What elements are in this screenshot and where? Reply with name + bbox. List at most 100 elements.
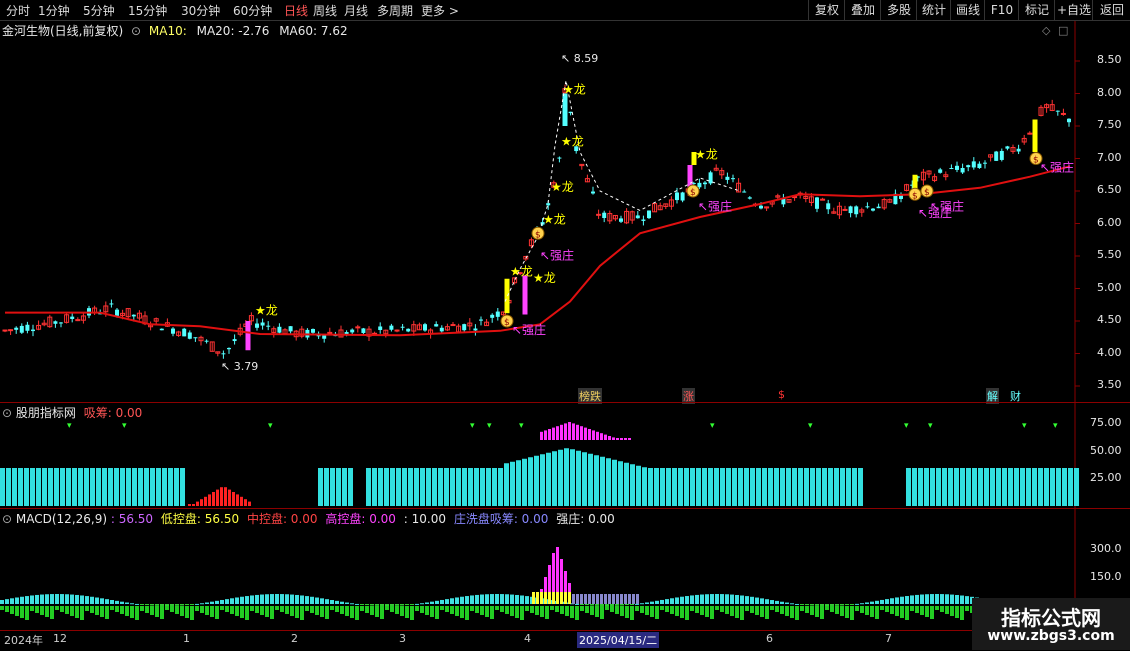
macd-bar <box>655 600 659 604</box>
pink-bar <box>596 431 599 440</box>
macd-bar <box>285 594 289 604</box>
macd-bar <box>330 600 334 604</box>
candle-body <box>703 182 707 185</box>
macd-bar <box>705 594 709 604</box>
macd-neg-bar <box>645 606 649 615</box>
candle-body <box>350 329 355 333</box>
candle-body <box>479 319 483 321</box>
macd-neg-bar <box>620 606 624 616</box>
macd-bar <box>320 598 324 604</box>
macd-bar <box>795 603 799 605</box>
macd-bar <box>770 600 774 604</box>
indicator-bar <box>972 468 977 506</box>
macd-neg-bar <box>60 606 64 612</box>
macd-bar <box>360 604 364 605</box>
indicator-bar <box>180 468 185 506</box>
macd-neg-bar <box>525 606 529 611</box>
macd-neg-bar <box>695 606 699 613</box>
macd-neg-bar <box>625 606 629 618</box>
indicator-bar <box>468 468 473 506</box>
settings-circle-icon[interactable]: ⊙ <box>2 512 12 526</box>
macd-bar <box>355 603 359 605</box>
indicator-bar <box>480 468 485 506</box>
kline-chart[interactable]: ★龙★龙 ★龙★龙★龙★龙★龙★龙↖强庄↖强庄↖强庄 ↖强庄↖强庄↖强庄$$$ $ $$… <box>0 0 1130 650</box>
macd-bar <box>910 595 914 604</box>
candlestick-series <box>2 84 1071 359</box>
macd-neg-bar <box>365 606 369 613</box>
macd-neg-bar <box>710 606 714 619</box>
xichou-bar <box>228 489 231 506</box>
macd-neg-bar <box>725 606 729 614</box>
macd-neg-bar <box>745 606 749 611</box>
indicator-bar <box>36 468 41 506</box>
macd-bar <box>135 603 139 605</box>
macd-bar <box>45 594 49 604</box>
candle-body <box>1055 110 1060 112</box>
candle-body <box>131 314 136 317</box>
marker-dollar[interactable]: $ <box>778 388 785 401</box>
candle-body <box>288 326 293 332</box>
indicator-bar <box>642 467 647 506</box>
qiangzhuang-marker: ↖强庄 <box>930 199 964 214</box>
macd-neg-bar <box>225 606 229 612</box>
macd-neg-bar <box>245 606 249 620</box>
macd-bar <box>430 601 434 604</box>
pink-bar <box>560 424 563 440</box>
macd-bar <box>635 603 639 605</box>
candle-body <box>742 191 747 193</box>
macd-legend: ⊙ MACD(12,26,9) : 56.50 低控盘: 56.50 中控盘: … <box>2 510 615 527</box>
pink-bar <box>624 438 627 440</box>
macd-neg-bar <box>370 606 374 615</box>
indicator-bar <box>384 468 389 506</box>
macd-bar <box>450 598 454 604</box>
macd-neg-bar <box>125 606 129 616</box>
macd-neg-bar <box>790 606 794 618</box>
macd-neg-bar <box>685 606 689 620</box>
settings-circle-icon[interactable]: ⊙ <box>2 406 12 420</box>
macd-yellow-bar <box>560 592 563 604</box>
macd-wash-bar <box>604 594 607 604</box>
macd-bar <box>855 603 859 605</box>
candle-body <box>899 195 903 199</box>
indicator-bar <box>978 468 983 506</box>
macd-bar <box>840 604 844 606</box>
macd-neg-bar <box>235 606 239 616</box>
macd-bar <box>925 594 929 604</box>
indicator-bar <box>450 468 455 506</box>
macd-neg-bar <box>950 606 954 616</box>
x-tick: 2024年 <box>4 634 43 647</box>
highlight-candle <box>1032 119 1038 152</box>
watermark-url: www.zbgs3.com <box>987 628 1115 644</box>
candle-body <box>546 203 551 206</box>
panel-divider <box>0 508 1130 509</box>
macd-neg-bar <box>465 606 469 620</box>
xichou-bar <box>220 487 223 506</box>
indicator-bar <box>528 457 533 506</box>
macd-neg-bar <box>770 606 774 610</box>
macd-neg-bar <box>340 606 344 614</box>
indicator-bar <box>606 458 611 506</box>
macd-neg-bar <box>885 606 889 612</box>
dragon-marker: ★龙 <box>533 271 556 285</box>
macd-yellow-bar <box>532 592 535 604</box>
indicator-bar <box>48 468 53 506</box>
macd-neg-bar <box>750 606 754 613</box>
indicator-bar <box>1074 468 1079 506</box>
macd-bar <box>680 596 684 604</box>
macd-neg-bar <box>65 606 69 614</box>
macd-bar <box>250 595 254 604</box>
macd-bar <box>305 596 309 604</box>
indicator-bar <box>138 468 143 506</box>
macd-neg-bar <box>380 606 384 619</box>
indicator-bar <box>342 468 347 506</box>
macd-neg-bar <box>730 606 734 616</box>
macd-bar <box>420 603 424 605</box>
dashed-trend-line <box>504 80 741 302</box>
indicator-bar <box>1050 468 1055 506</box>
x-tick: 1 <box>183 632 190 645</box>
macd-bar <box>930 594 934 604</box>
macd-neg-bar <box>460 606 464 618</box>
candle-body <box>1005 146 1010 149</box>
candle-body <box>759 205 763 209</box>
candle-body <box>983 162 987 164</box>
